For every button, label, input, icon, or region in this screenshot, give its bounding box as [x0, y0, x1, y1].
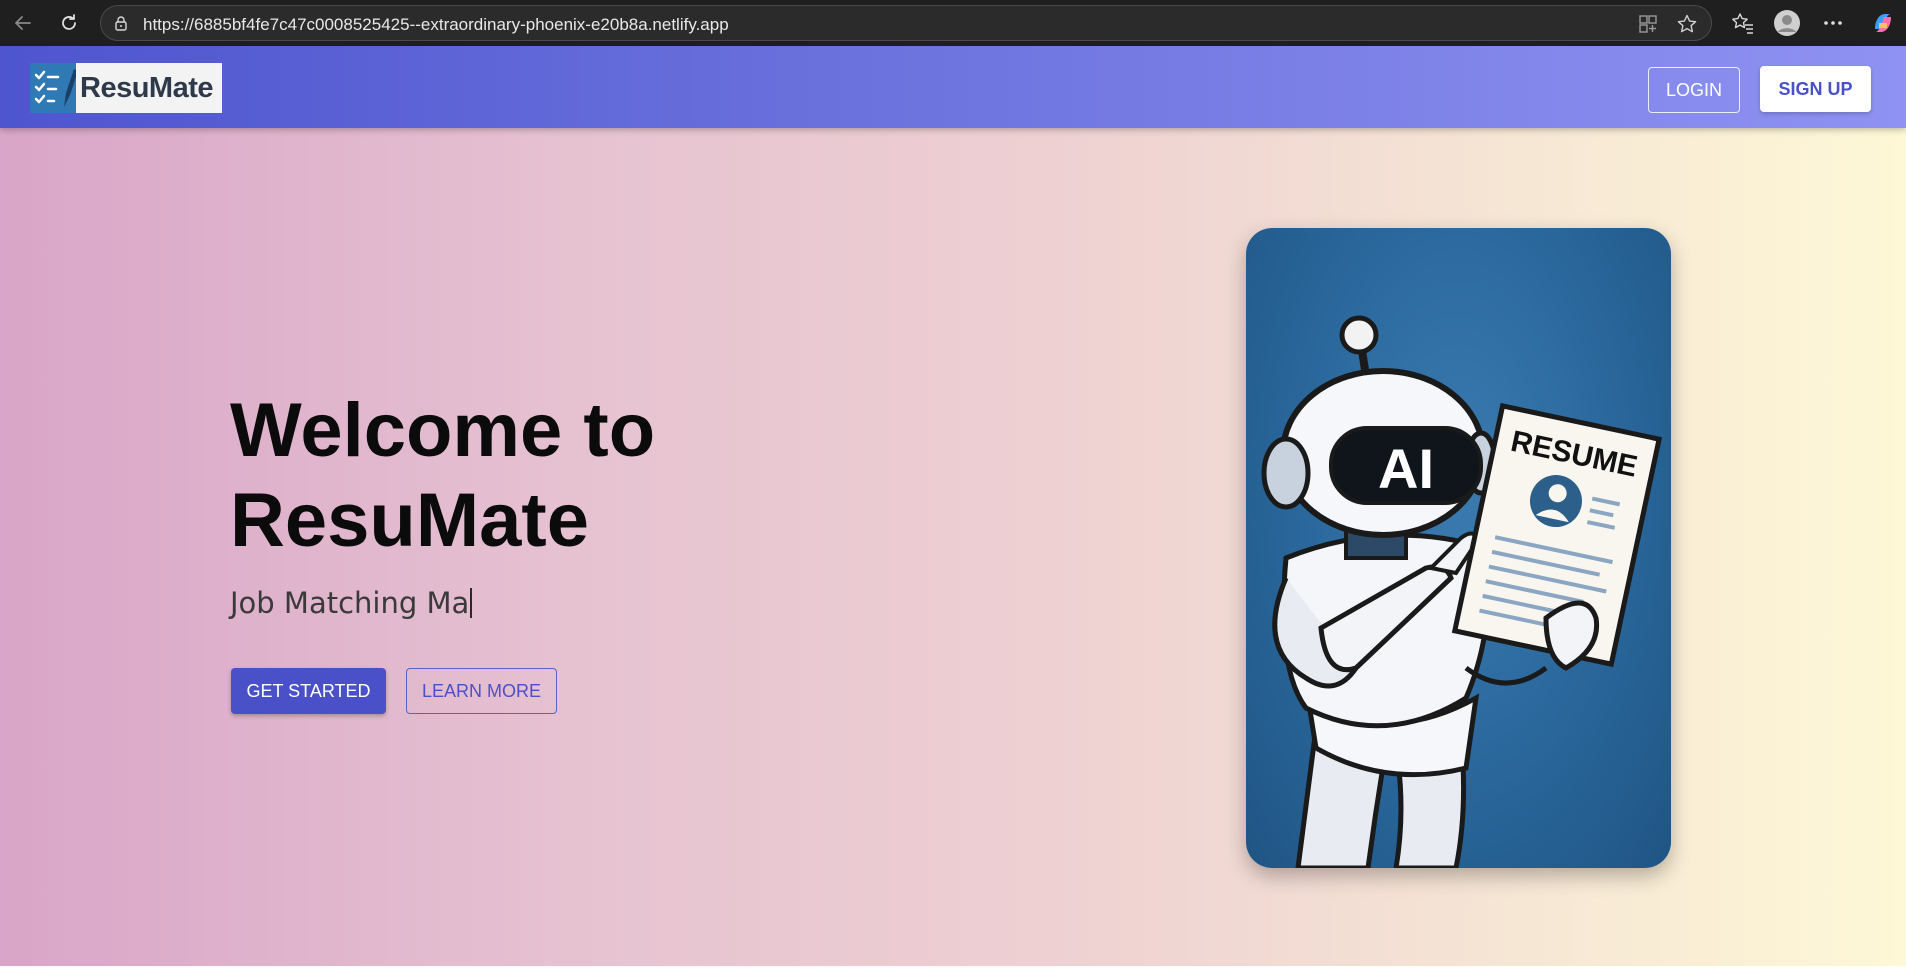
profile-icon [1774, 10, 1800, 36]
url-text[interactable]: https://6885bf4fe7c47c0008525425--extrao… [143, 15, 729, 35]
typing-caret [470, 588, 473, 618]
typing-text: Job Matching Ma [230, 586, 470, 620]
login-button[interactable]: LOGIN [1648, 67, 1740, 113]
checklist-pen-icon [30, 63, 76, 113]
robot-resume-illustration: AI RESUME [1261, 315, 1663, 868]
get-started-button[interactable]: GET STARTED [231, 668, 386, 714]
hero-subtitle: Job Matching Ma [230, 586, 473, 620]
reload-icon [62, 14, 76, 30]
favorite-star-icon[interactable] [1676, 13, 1698, 35]
page-body: ResuMate LOGIN SIGN UP Welcome to ResuMa… [0, 46, 1906, 966]
hero-title: Welcome to ResuMate [230, 386, 790, 566]
favorites-icon [1732, 13, 1753, 34]
address-bar[interactable]: https://6885bf4fe7c47c0008525425--extrao… [100, 5, 1712, 41]
profile-button[interactable] [1772, 8, 1802, 38]
site-navbar: ResuMate LOGIN SIGN UP [0, 46, 1906, 128]
browser-toolbar: https://6885bf4fe7c47c0008525425--extrao… [0, 0, 1906, 46]
hero-title-line-2: ResuMate [230, 478, 589, 563]
lock-icon[interactable] [113, 15, 129, 31]
learn-more-button[interactable]: LEARN MORE [406, 668, 557, 714]
page-bottom-strip [0, 966, 1906, 974]
visor-text: AI [1378, 437, 1434, 500]
favorites-button[interactable] [1728, 8, 1758, 38]
copilot-icon [1875, 14, 1891, 32]
back-icon [15, 16, 31, 30]
more-icon [1824, 21, 1842, 25]
brand-logo[interactable]: ResuMate [30, 63, 222, 113]
copilot-button[interactable] [1868, 8, 1898, 38]
app-available-icon[interactable] [1637, 13, 1659, 35]
back-button[interactable] [6, 6, 40, 40]
signup-button[interactable]: SIGN UP [1760, 66, 1871, 112]
hero-illustration-card: AI RESUME [1246, 228, 1671, 868]
brand-name: ResuMate [80, 71, 214, 104]
hero-title-line-1: Welcome to [230, 388, 656, 473]
reload-button[interactable] [52, 6, 86, 40]
more-button[interactable] [1818, 8, 1848, 38]
